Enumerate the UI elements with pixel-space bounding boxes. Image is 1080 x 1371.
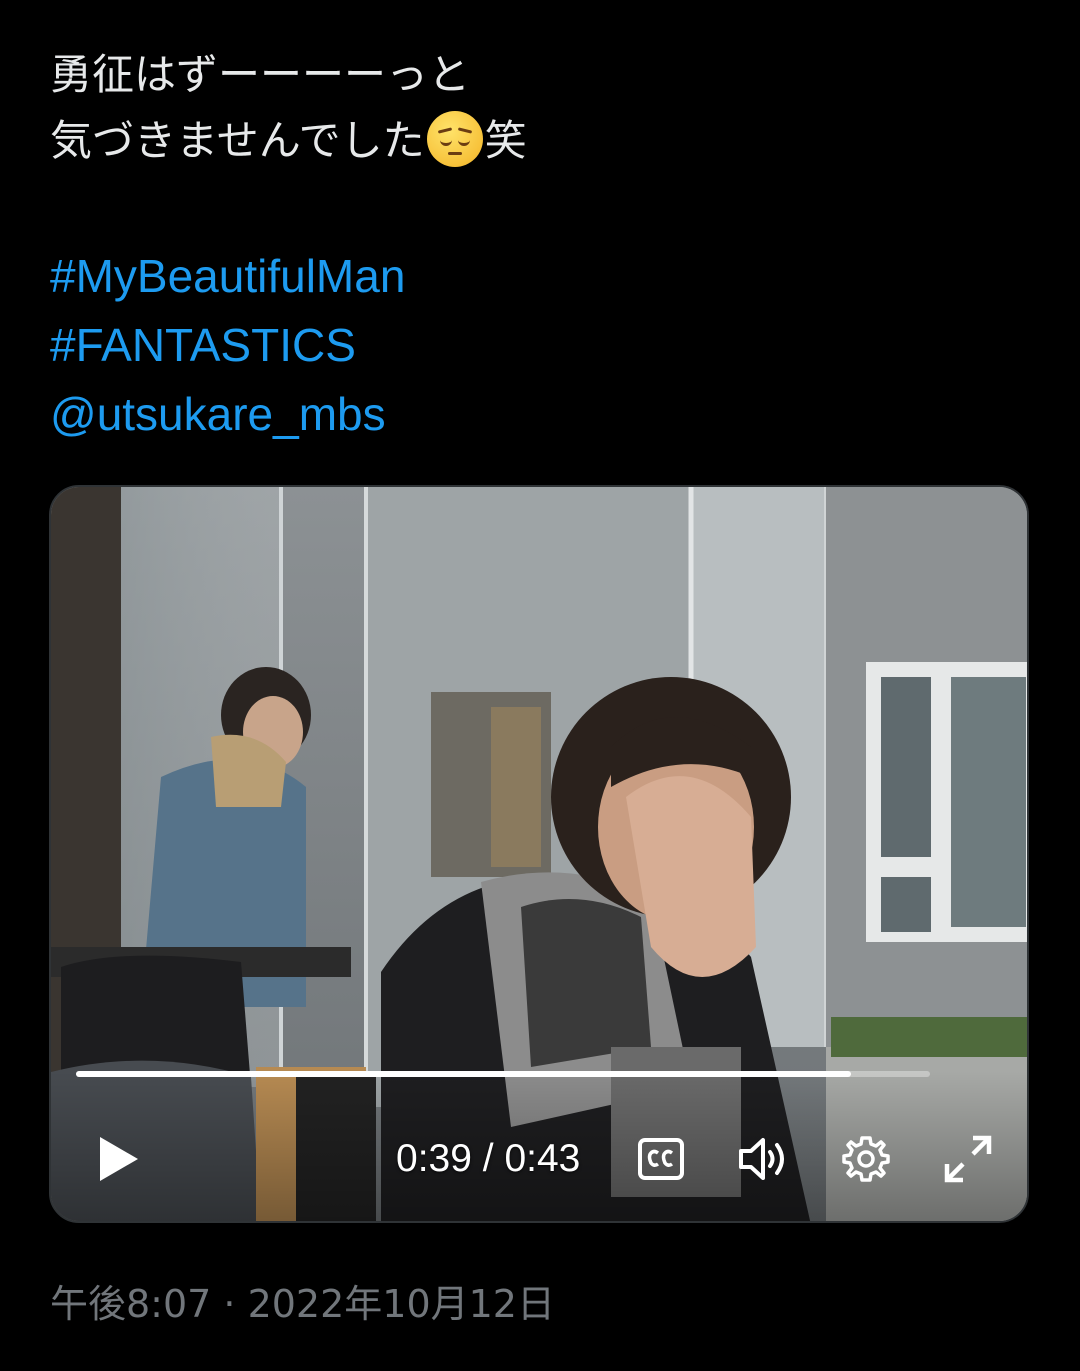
settings-button[interactable] <box>836 1129 896 1189</box>
video-player[interactable]: 0:39 / 0:43 <box>49 485 1029 1223</box>
tweet-timestamp[interactable]: 午後8:07 · 2022年10月12日 <box>50 1278 555 1330</box>
tweet-text: 勇征はずーーーーっと 気づきませんでした 笑 #MyBeautifulMan #F… <box>50 42 1040 449</box>
closed-captions-icon <box>638 1138 684 1180</box>
play-button[interactable] <box>88 1129 148 1189</box>
play-icon <box>100 1137 138 1181</box>
time-separator: / <box>482 1137 494 1180</box>
progress-bar-fill <box>76 1071 851 1077</box>
volume-icon <box>739 1138 784 1180</box>
fullscreen-button[interactable] <box>938 1129 998 1189</box>
duration: 0:43 <box>504 1137 581 1180</box>
current-time: 0:39 <box>396 1137 472 1180</box>
hashtag-link-fantastics[interactable]: #FANTASTICS <box>50 311 1040 380</box>
hashtag-link-mybeautifulman[interactable]: #MyBeautifulMan <box>50 242 1040 311</box>
gear-icon <box>842 1136 890 1182</box>
tweet-text-line-2: 気づきませんでした 笑 <box>50 108 1040 174</box>
tweet-page: 勇征はずーーーーっと 気づきませんでした 笑 #MyBeautifulMan #F… <box>0 0 1080 1371</box>
tweet-text-line-1: 勇征はずーーーーっと <box>50 50 471 99</box>
mention-link[interactable]: @utsukare_mbs <box>50 380 1040 449</box>
pensive-face-emoji-icon <box>426 111 483 167</box>
tweet-text-line-2-start: 気づきませんでした <box>50 116 425 165</box>
progress-bar[interactable] <box>76 1071 930 1077</box>
volume-button[interactable] <box>734 1129 794 1189</box>
video-time-display: 0:39 / 0:43 <box>396 1133 601 1185</box>
tweet-text-line-2-end: 笑 <box>484 116 527 165</box>
fullscreen-icon <box>944 1135 992 1183</box>
captions-button[interactable] <box>631 1129 691 1189</box>
